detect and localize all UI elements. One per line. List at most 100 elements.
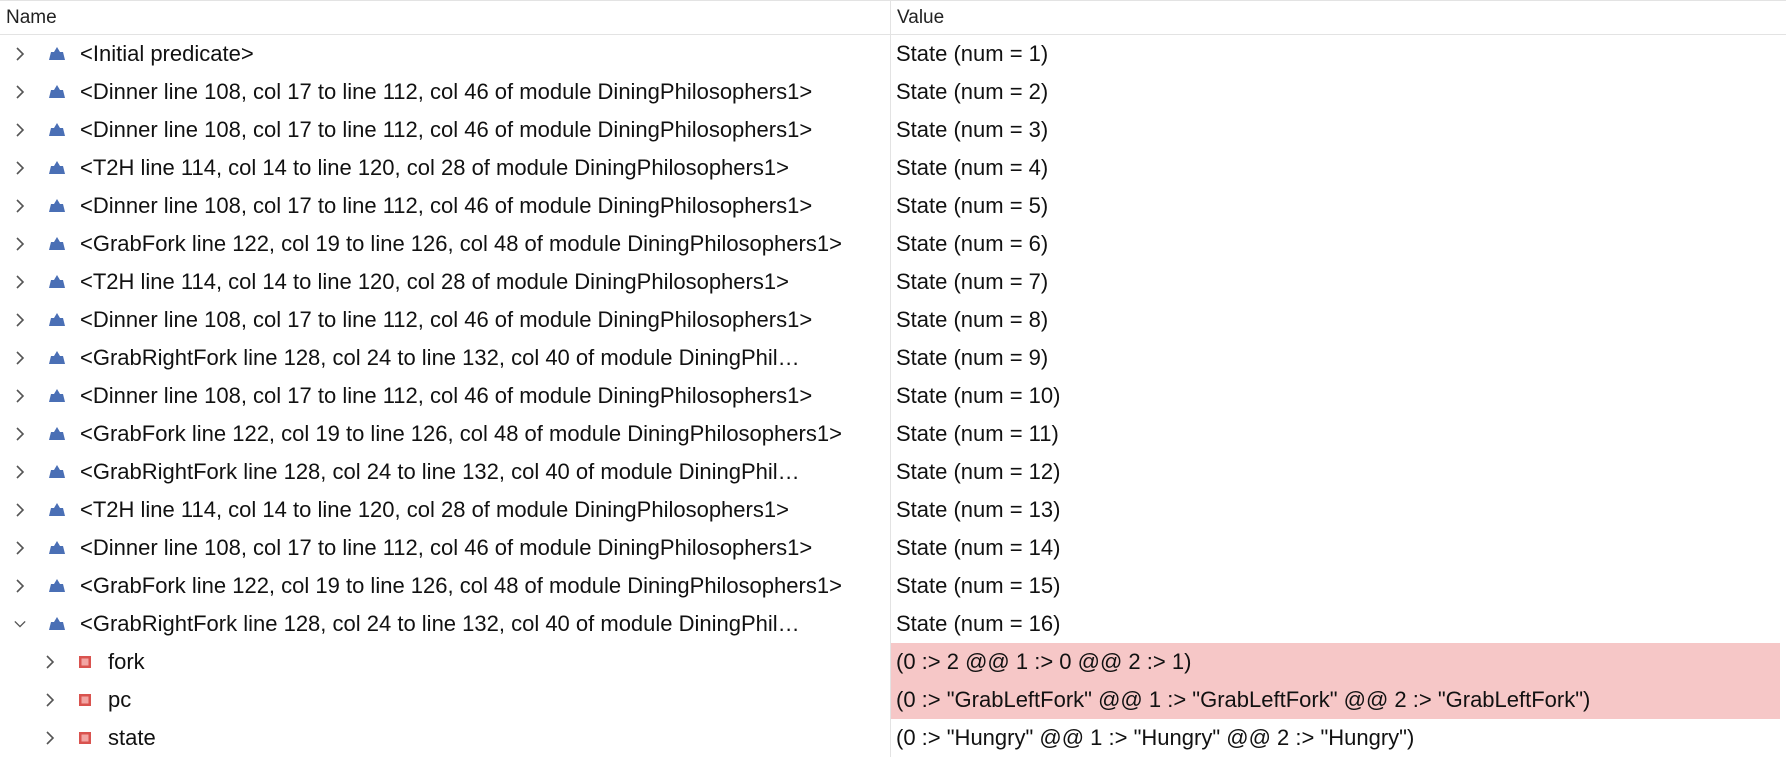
value-cell: State (num = 1) — [896, 41, 1049, 66]
name-cell: <Dinner line 108, col 17 to line 112, co… — [0, 377, 891, 415]
trace-step-row[interactable]: <Dinner line 108, col 17 to line 112, co… — [0, 377, 1786, 415]
chevron-right-icon[interactable] — [42, 692, 58, 708]
trace-step-row[interactable]: <Initial predicate> State (num = 1) — [0, 35, 1786, 73]
step-label: <GrabRightFork line 128, col 24 to line … — [80, 345, 800, 370]
name-cell: <GrabFork line 122, col 19 to line 126, … — [0, 567, 891, 605]
chevron-right-icon[interactable] — [12, 160, 28, 176]
value-cell: State (num = 3) — [896, 117, 1049, 142]
step-label: <T2H line 114, col 14 to line 120, col 2… — [80, 269, 789, 294]
chevron-right-icon[interactable] — [12, 236, 28, 252]
trace-step-row[interactable]: <Dinner line 108, col 17 to line 112, co… — [0, 73, 1786, 111]
step-icon — [48, 122, 66, 138]
step-label: <GrabFork line 122, col 19 to line 126, … — [80, 573, 842, 598]
trace-step-row[interactable]: <T2H line 114, col 14 to line 120, col 2… — [0, 491, 1786, 529]
trace-step-row[interactable]: <GrabRightFork line 128, col 24 to line … — [0, 339, 1786, 377]
chevron-right-icon[interactable] — [12, 578, 28, 594]
chevron-right-icon[interactable] — [12, 426, 28, 442]
step-icon — [48, 540, 66, 556]
chevron-right-icon[interactable] — [12, 312, 28, 328]
value-cell: State (num = 8) — [896, 307, 1049, 332]
value-cell: State (num = 13) — [896, 497, 1061, 522]
name-cell: <GrabRightFork line 128, col 24 to line … — [0, 605, 891, 643]
variable-icon — [78, 655, 92, 669]
trace-step-row[interactable]: <Dinner line 108, col 17 to line 112, co… — [0, 111, 1786, 149]
trace-step-row[interactable]: <GrabRightFork line 128, col 24 to line … — [0, 453, 1786, 491]
variable-name: pc — [108, 687, 132, 712]
error-trace-tree: Name Value <Initial predicate> State (nu… — [0, 0, 1786, 762]
name-cell: <T2H line 114, col 14 to line 120, col 2… — [0, 491, 891, 529]
step-icon — [48, 198, 66, 214]
step-icon — [48, 426, 66, 442]
variable-value-changed: (0 :> 2 @@ 1 :> 0 @@ 2 :> 1) — [891, 643, 1780, 681]
value-cell: State (num = 11) — [896, 421, 1059, 446]
step-label: <GrabFork line 122, col 19 to line 126, … — [80, 231, 842, 256]
value-cell: State (num = 2) — [896, 79, 1049, 104]
name-cell: <GrabFork line 122, col 19 to line 126, … — [0, 225, 891, 263]
chevron-right-icon[interactable] — [12, 46, 28, 62]
variable-name: fork — [108, 649, 145, 674]
chevron-right-icon[interactable] — [12, 464, 28, 480]
step-icon — [48, 312, 66, 328]
value-cell: State (num = 4) — [896, 155, 1049, 180]
variable-row[interactable]: state (0 :> "Hungry" @@ 1 :> "Hungry" @@… — [0, 719, 1786, 757]
chevron-right-icon[interactable] — [42, 654, 58, 670]
chevron-down-icon[interactable] — [12, 616, 28, 632]
variable-name: state — [108, 725, 156, 750]
trace-step-row[interactable]: <GrabFork line 122, col 19 to line 126, … — [0, 225, 1786, 263]
step-label: <GrabRightFork line 128, col 24 to line … — [80, 459, 800, 484]
chevron-right-icon[interactable] — [12, 388, 28, 404]
variable-value: (0 :> "Hungry" @@ 1 :> "Hungry" @@ 2 :> … — [896, 725, 1415, 750]
name-cell: <Dinner line 108, col 17 to line 112, co… — [0, 301, 891, 339]
step-icon — [48, 388, 66, 404]
name-cell: <Dinner line 108, col 17 to line 112, co… — [0, 73, 891, 111]
step-label: <Dinner line 108, col 17 to line 112, co… — [80, 193, 813, 218]
variable-row[interactable]: pc (0 :> "GrabLeftFork" @@ 1 :> "GrabLef… — [0, 681, 1786, 719]
trace-step-row[interactable]: <GrabFork line 122, col 19 to line 126, … — [0, 415, 1786, 453]
step-icon — [48, 616, 66, 632]
trace-step-row[interactable]: <T2H line 114, col 14 to line 120, col 2… — [0, 263, 1786, 301]
step-icon — [48, 578, 66, 594]
value-cell: State (num = 12) — [896, 459, 1061, 484]
trace-step-row[interactable]: <T2H line 114, col 14 to line 120, col 2… — [0, 149, 1786, 187]
chevron-right-icon[interactable] — [12, 350, 28, 366]
trace-step-row[interactable]: <GrabFork line 122, col 19 to line 126, … — [0, 567, 1786, 605]
chevron-right-icon[interactable] — [12, 540, 28, 556]
step-label: <Dinner line 108, col 17 to line 112, co… — [80, 383, 813, 408]
value-cell: State (num = 7) — [896, 269, 1049, 294]
step-label: <Dinner line 108, col 17 to line 112, co… — [80, 117, 813, 142]
chevron-right-icon[interactable] — [12, 502, 28, 518]
trace-step-row[interactable]: <Dinner line 108, col 17 to line 112, co… — [0, 529, 1786, 567]
step-icon — [48, 236, 66, 252]
chevron-right-icon[interactable] — [12, 198, 28, 214]
step-label: <T2H line 114, col 14 to line 120, col 2… — [80, 497, 789, 522]
value-cell: State (num = 16) — [896, 611, 1061, 636]
chevron-right-icon[interactable] — [12, 122, 28, 138]
column-header: Name Value — [0, 0, 1786, 35]
step-icon — [48, 350, 66, 366]
value-column-header[interactable]: Value — [891, 1, 1786, 34]
name-cell: <GrabRightFork line 128, col 24 to line … — [0, 453, 891, 491]
name-column-header[interactable]: Name — [0, 1, 891, 34]
step-icon — [48, 46, 66, 62]
value-cell: State (num = 15) — [896, 573, 1061, 598]
step-icon — [48, 464, 66, 480]
name-cell: <Dinner line 108, col 17 to line 112, co… — [0, 529, 891, 567]
chevron-right-icon[interactable] — [12, 274, 28, 290]
variable-row[interactable]: fork (0 :> 2 @@ 1 :> 0 @@ 2 :> 1) — [0, 643, 1786, 681]
step-label: <GrabRightFork line 128, col 24 to line … — [80, 611, 800, 636]
step-icon — [48, 84, 66, 100]
name-cell: fork — [0, 643, 891, 681]
chevron-right-icon[interactable] — [42, 730, 58, 746]
value-cell: State (num = 6) — [896, 231, 1049, 256]
name-cell: <GrabFork line 122, col 19 to line 126, … — [0, 415, 891, 453]
name-cell: pc — [0, 681, 891, 719]
step-label: <GrabFork line 122, col 19 to line 126, … — [80, 421, 842, 446]
trace-step-row[interactable]: <Dinner line 108, col 17 to line 112, co… — [0, 187, 1786, 225]
trace-step-row-expanded[interactable]: <GrabRightFork line 128, col 24 to line … — [0, 605, 1786, 643]
step-icon — [48, 274, 66, 290]
value-cell: State (num = 10) — [896, 383, 1061, 408]
variable-value-changed: (0 :> "GrabLeftFork" @@ 1 :> "GrabLeftFo… — [891, 681, 1780, 719]
trace-step-row[interactable]: <Dinner line 108, col 17 to line 112, co… — [0, 301, 1786, 339]
chevron-right-icon[interactable] — [12, 84, 28, 100]
variable-icon — [78, 731, 92, 745]
